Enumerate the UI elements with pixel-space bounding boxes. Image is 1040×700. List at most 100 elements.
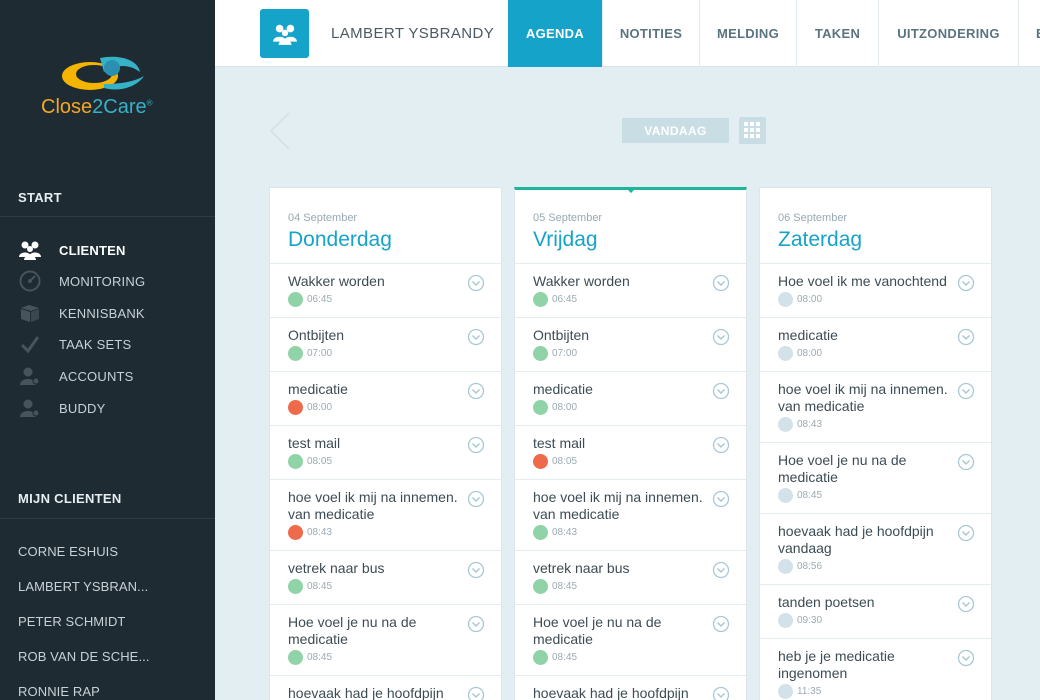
chevron-down-icon[interactable]: [467, 328, 485, 346]
sidebar-item-label: ACCOUNTS: [59, 368, 134, 384]
agenda-event[interactable]: Wakker worden 06:45: [270, 263, 501, 317]
client-link[interactable]: LAMBERT YSBRAN...: [18, 579, 148, 594]
chevron-down-icon[interactable]: [467, 274, 485, 292]
top-bar: LAMBERT YSBRANDY AGENDA NOTITIES MELDING…: [215, 0, 1040, 67]
agenda-event[interactable]: Hoe voel je nu na de medicatie 08:45: [515, 604, 746, 675]
sidebar-item-kennisbank[interactable]: KENNISBANK: [18, 302, 145, 324]
gauge-icon: [18, 270, 42, 292]
tab-taken[interactable]: TAKEN: [796, 0, 878, 67]
tab-melding[interactable]: MELDING: [699, 0, 796, 67]
agenda-event[interactable]: Wakker worden 06:45: [515, 263, 746, 317]
chevron-down-icon[interactable]: [467, 382, 485, 400]
chevron-down-icon[interactable]: [712, 382, 730, 400]
tab-uitzondering[interactable]: UITZONDERING: [878, 0, 1018, 67]
agenda-event[interactable]: Hoe voel je nu na de medicatie 08:45: [270, 604, 501, 675]
status-dot-icon: [778, 417, 793, 432]
agenda-event[interactable]: medicatie 08:00: [270, 371, 501, 425]
agenda-event[interactable]: vetrek naar bus 08:45: [270, 550, 501, 604]
user-key-icon: [18, 365, 42, 387]
agenda-event[interactable]: Ontbijten 07:00: [270, 317, 501, 371]
chevron-down-icon[interactable]: [957, 382, 975, 400]
chevron-down-icon[interactable]: [467, 686, 485, 700]
event-time: 06:45: [307, 294, 333, 305]
tab-more[interactable]: B: [1018, 0, 1040, 67]
status-dot-icon: [533, 579, 548, 594]
chevron-down-icon[interactable]: [712, 490, 730, 508]
agenda-event[interactable]: hoe voel ik mij na innemen. van medicati…: [760, 371, 991, 442]
agenda-event[interactable]: hoevaak had je hoofdpijn: [515, 675, 746, 700]
chevron-down-icon[interactable]: [712, 686, 730, 700]
sidebar-item-accounts[interactable]: ACCOUNTS: [18, 365, 134, 387]
agenda-event[interactable]: medicatie 08:00: [760, 317, 991, 371]
chevron-down-icon[interactable]: [712, 328, 730, 346]
chevron-down-icon[interactable]: [467, 490, 485, 508]
sidebar-item-monitoring[interactable]: MONITORING: [18, 270, 145, 292]
event-time-row: 11:35: [778, 684, 961, 699]
close2care-logo[interactable]: Close2Care®: [40, 52, 170, 122]
chevron-down-icon[interactable]: [467, 436, 485, 454]
agenda-event[interactable]: hoe voel ik mij na innemen. van medicati…: [515, 479, 746, 550]
status-dot-icon: [533, 454, 548, 469]
event-time: 08:00: [797, 294, 823, 305]
chevron-down-icon[interactable]: [957, 274, 975, 292]
event-time: 08:56: [797, 561, 823, 572]
agenda-event[interactable]: Hoe voel ik me vanochtend 08:00: [760, 263, 991, 317]
sidebar-item-buddy[interactable]: BUDDY: [18, 397, 106, 419]
chevron-down-icon[interactable]: [957, 649, 975, 667]
chevron-down-icon[interactable]: [957, 595, 975, 613]
chevron-down-icon[interactable]: [957, 453, 975, 471]
agenda-event[interactable]: hoevaak had je hoofdpijn vandaag 08:56: [760, 513, 991, 584]
agenda-event[interactable]: Ontbijten 07:00: [515, 317, 746, 371]
chevron-down-icon[interactable]: [957, 524, 975, 542]
status-dot-icon: [288, 292, 303, 307]
chevron-down-icon[interactable]: [712, 436, 730, 454]
grid-view-icon[interactable]: [739, 117, 766, 144]
chevron-down-icon[interactable]: [467, 561, 485, 579]
event-title: test mail: [288, 435, 341, 451]
my-clients-section-title: MIJN CLIENTEN: [18, 491, 122, 506]
chevron-down-icon[interactable]: [957, 328, 975, 346]
status-dot-icon: [778, 684, 793, 699]
event-time-row: 08:43: [533, 525, 716, 540]
agenda-event[interactable]: Hoe voel je nu na de medicatie 08:45: [760, 442, 991, 513]
divider: [0, 518, 215, 519]
sidebar-item-clienten[interactable]: CLIENTEN: [18, 239, 126, 261]
event-time: 08:45: [552, 652, 578, 663]
client-link[interactable]: PETER SCHMIDT: [18, 614, 125, 629]
client-link[interactable]: RONNIE RAP: [18, 684, 100, 699]
agenda-event[interactable]: test mail 08:05: [515, 425, 746, 479]
agenda-event[interactable]: test mail 08:05: [270, 425, 501, 479]
chevron-down-icon[interactable]: [712, 274, 730, 292]
event-time: 06:45: [552, 294, 578, 305]
event-time-row: 08:00: [533, 400, 716, 415]
agenda-event[interactable]: vetrek naar bus 08:45: [515, 550, 746, 604]
sidebar-item-label: TAAK SETS: [59, 336, 132, 352]
event-list: Hoe voel ik me vanochtend 08:00 medicatie 0…: [760, 263, 991, 700]
client-avatar[interactable]: [260, 9, 309, 58]
agenda-event[interactable]: medicatie 08:00: [515, 371, 746, 425]
day-column: 06 September Zaterdag Hoe voel ik me van…: [759, 187, 992, 700]
chevron-down-icon[interactable]: [712, 561, 730, 579]
event-title: hoevaak had je hoofdpijn: [288, 685, 444, 700]
sidebar-item-taak-sets[interactable]: TAAK SETS: [18, 333, 131, 355]
tab-agenda[interactable]: AGENDA: [508, 0, 602, 67]
client-link[interactable]: CORNE ESHUIS: [18, 544, 118, 559]
sidebar-item-label: MONITORING: [59, 273, 146, 289]
status-dot-icon: [778, 613, 793, 628]
event-title: Hoe voel je nu na de medicatie: [288, 614, 417, 647]
tab-notities[interactable]: NOTITIES: [602, 0, 699, 67]
agenda-event[interactable]: heb je je medicatie ingenomen 11:35: [760, 638, 991, 700]
agenda-event[interactable]: hoe voel ik mij na innemen. van medicati…: [270, 479, 501, 550]
previous-arrow-icon[interactable]: [265, 110, 295, 152]
client-link[interactable]: ROB VAN DE SCHE...: [18, 649, 150, 664]
event-time: 07:00: [307, 348, 333, 359]
agenda-event[interactable]: tanden poetsen 09:30: [760, 584, 991, 638]
check-icon: [18, 333, 42, 355]
today-button[interactable]: VANDAAG: [622, 118, 729, 143]
chevron-down-icon[interactable]: [467, 615, 485, 633]
agenda-event[interactable]: hoevaak had je hoofdpijn: [270, 675, 501, 700]
event-title: Ontbijten: [288, 327, 345, 343]
event-title: hoe voel ik mij na innemen. van medicati…: [288, 489, 458, 522]
chevron-down-icon[interactable]: [712, 615, 730, 633]
event-title: medicatie: [288, 381, 348, 397]
